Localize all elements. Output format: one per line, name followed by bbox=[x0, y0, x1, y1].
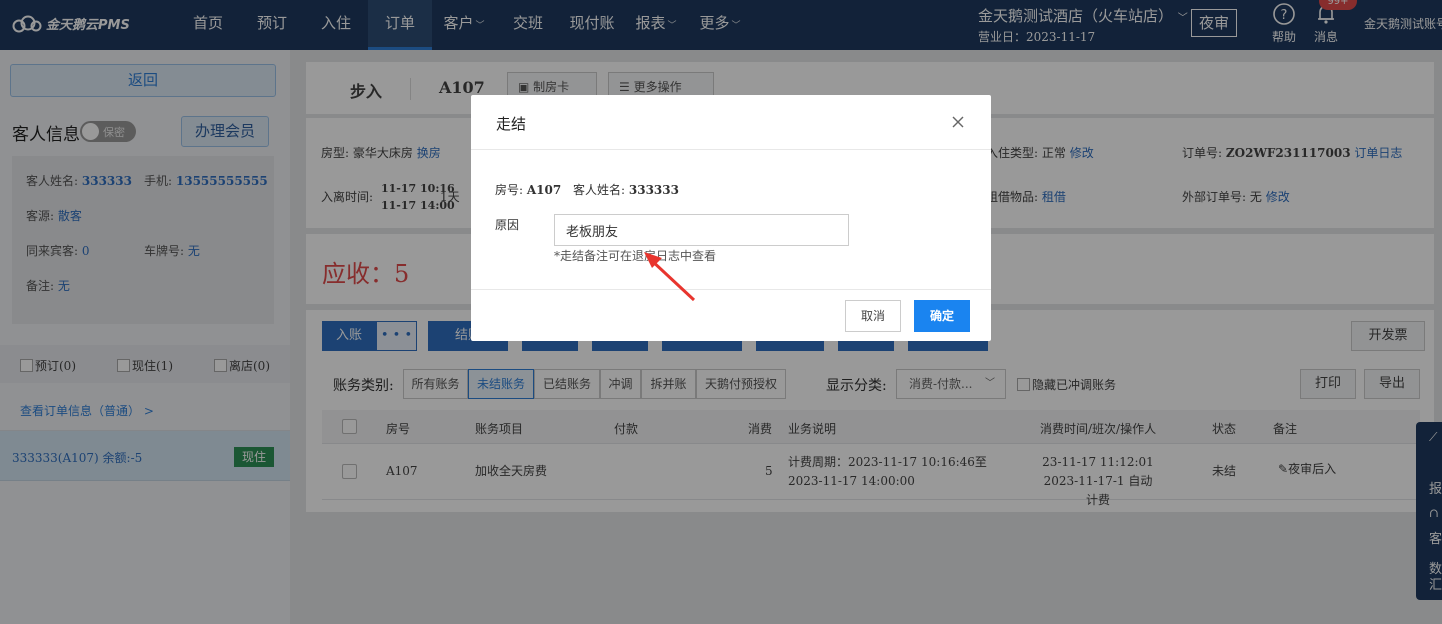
field-label: 客人姓名: bbox=[573, 183, 626, 197]
dialog-room-value: A107 bbox=[526, 183, 562, 197]
dialog-title: 走结 bbox=[496, 115, 527, 133]
close-icon[interactable] bbox=[949, 113, 967, 131]
dialog-room-field: 房号: A107 bbox=[495, 181, 561, 198]
reason-input[interactable] bbox=[554, 214, 849, 246]
reason-label: 原因 bbox=[495, 218, 520, 232]
dialog-guest-value: 333333 bbox=[628, 183, 679, 197]
divider bbox=[471, 289, 991, 290]
red-arrow-annotation-icon bbox=[644, 252, 696, 302]
dialog-guest-field: 客人姓名: 333333 bbox=[573, 181, 679, 198]
divider bbox=[471, 149, 991, 150]
field-label: 房号: bbox=[495, 183, 524, 197]
confirm-button[interactable]: 确定 bbox=[914, 300, 970, 332]
checkout-dialog: 走结 房号: A107 客人姓名: 333333 原因 *走结备注可在退房日志中… bbox=[471, 95, 991, 341]
cancel-button[interactable]: 取消 bbox=[845, 300, 901, 332]
